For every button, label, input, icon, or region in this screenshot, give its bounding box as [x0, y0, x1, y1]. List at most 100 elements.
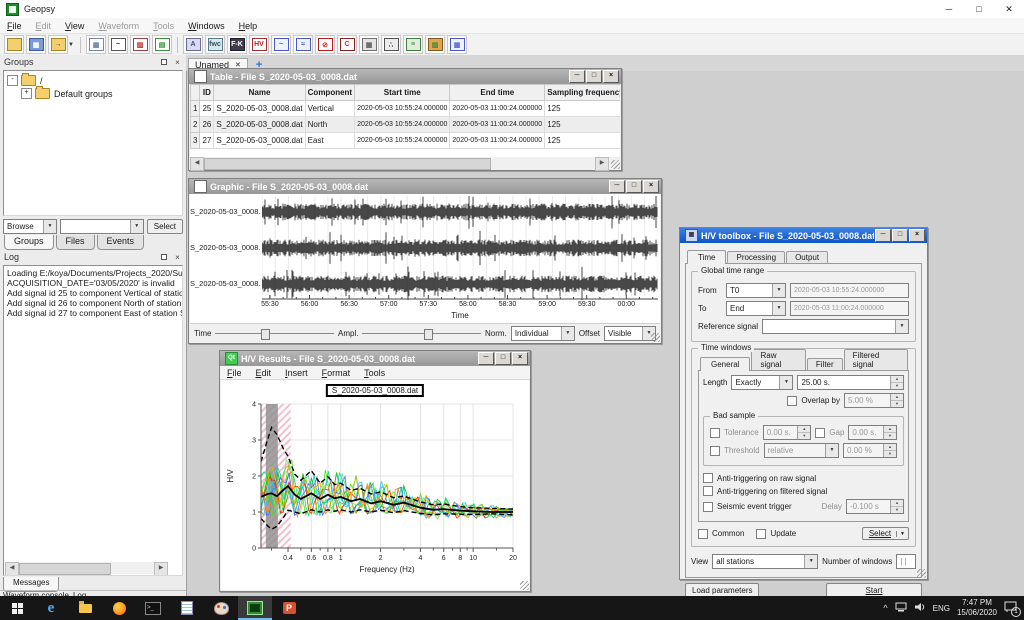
scatter-tool-icon[interactable]: ∴	[381, 35, 401, 54]
close-icon[interactable]: ×	[512, 352, 528, 365]
dropdown-caret-icon[interactable]: ▼	[68, 42, 74, 48]
browse-combo[interactable]: Browse▼	[3, 219, 57, 234]
table-row[interactable]: 327S_2020-05-03_0008.datEast2020-05-03 1…	[191, 133, 621, 149]
scroll-thumb[interactable]	[204, 158, 491, 170]
seismic-trigger-checkbox[interactable]	[703, 502, 713, 512]
tree-expander-icon[interactable]: +	[21, 88, 32, 99]
signal-wave-icon[interactable]: ~	[271, 35, 291, 54]
column-header-sampling-frequency[interactable]: Sampling frequency	[545, 85, 620, 101]
fk-grid-icon[interactable]: ▦	[447, 35, 467, 54]
maximize-icon[interactable]: □	[892, 229, 908, 242]
scroll-right-icon[interactable]: ▶	[154, 562, 168, 576]
log-output[interactable]: Loading E:/koya/Documents/Projects_2020/…	[3, 265, 183, 576]
minimize-icon[interactable]: ─	[875, 229, 891, 242]
maximize-icon[interactable]: □	[495, 352, 511, 365]
dock-tab-groups[interactable]: Groups	[4, 235, 54, 250]
hv-tool-icon[interactable]: HV	[249, 35, 269, 54]
geopsy-taskbar-icon[interactable]	[238, 596, 272, 620]
close-icon[interactable]: ✕	[994, 0, 1024, 18]
no-source-icon[interactable]: ⊘	[315, 35, 335, 54]
time-windows-tab-raw-signal[interactable]: Raw signal	[751, 349, 805, 370]
chart-view-icon[interactable]: ▤	[152, 35, 172, 54]
firefox-icon[interactable]	[102, 596, 136, 620]
spectrum-tool-icon[interactable]: A	[183, 35, 203, 54]
minimize-icon[interactable]: ─	[478, 352, 494, 365]
groups-tree[interactable]: -/+Default groups	[3, 70, 183, 216]
start-button[interactable]	[0, 596, 34, 620]
hv-results-titlebar[interactable]: Qt H/V Results - File S_2020-05-03_0008.…	[220, 351, 530, 366]
float-panel-icon[interactable]	[160, 58, 169, 67]
float-log-icon[interactable]	[160, 253, 169, 262]
time-windows-tab-filter[interactable]: Filter	[807, 358, 843, 370]
group-filter-combo[interactable]: ▼	[60, 219, 144, 234]
toolbox-tab-output[interactable]: Output	[786, 251, 828, 263]
time-zoom-slider[interactable]	[215, 333, 334, 334]
menu-item-help[interactable]: Help	[232, 21, 265, 31]
minimize-icon[interactable]: ─	[934, 0, 964, 18]
layers-tool-icon[interactable]: ≡	[403, 35, 423, 54]
resize-grip[interactable]	[611, 160, 620, 169]
from-combo[interactable]: T0▼	[726, 283, 786, 298]
tree-item-root[interactable]: -/	[7, 74, 179, 87]
norm-combo[interactable]: Individual▼	[511, 326, 575, 341]
table-row[interactable]: 226S_2020-05-03_0008.datNorth2020-05-03 …	[191, 117, 621, 133]
signal-wave2-icon[interactable]: ≈	[293, 35, 313, 54]
common-checkbox[interactable]	[698, 529, 708, 539]
hv-toolbox-titlebar[interactable]: ▦ H/V toolbox - File S_2020-05-03_0008.d…	[680, 228, 927, 243]
view-combo[interactable]: all stations▼	[712, 554, 818, 569]
minimize-icon[interactable]: ─	[569, 70, 585, 83]
time-windows-tab-filtered-signal[interactable]: Filtered signal	[844, 349, 908, 370]
close-icon[interactable]: ×	[909, 229, 925, 242]
clock[interactable]: 7:47 PM 15/06/2020	[957, 598, 997, 618]
column-header-end-time[interactable]: End time	[450, 85, 545, 101]
menu-item-insert[interactable]: Insert	[278, 368, 315, 378]
tray-chevron-icon[interactable]: ^	[883, 603, 887, 613]
scroll-left-icon[interactable]: ◀	[5, 562, 19, 576]
table-window-titlebar[interactable]: ▦ Table - File S_2020-05-03_0008.dat ─□×	[189, 69, 621, 84]
column-header-name[interactable]: Name	[214, 85, 305, 101]
map-view-icon[interactable]: ▨	[130, 35, 150, 54]
waveform-plot[interactable]: S_2020-05-03_0008.dat Z —S_2020-05-03_00…	[190, 194, 660, 323]
table-view-icon[interactable]: ▦	[86, 35, 106, 54]
length-field[interactable]: 25.00 s.▲▼	[797, 375, 904, 390]
dock-tab-events[interactable]: Events	[97, 235, 145, 250]
graphic-window-titlebar[interactable]: ~ Graphic - File S_2020-05-03_0008.dat ─…	[189, 179, 661, 194]
close-icon[interactable]: ×	[643, 180, 659, 193]
select-dropdown-icon[interactable]: ▼	[896, 531, 908, 537]
notepad-icon[interactable]	[170, 596, 204, 620]
maximize-icon[interactable]: □	[586, 70, 602, 83]
close-panel-icon[interactable]: ×	[173, 58, 182, 67]
menu-item-file[interactable]: File	[0, 21, 29, 31]
menu-item-waveform[interactable]: Waveform	[91, 21, 146, 31]
hv-chart[interactable]: 012340.40.60.8124681020Frequency (Hz)H/V	[221, 380, 527, 588]
amplitude-slider[interactable]	[362, 333, 481, 334]
fk-tool-icon[interactable]: F-K	[227, 35, 247, 54]
table-hscrollbar[interactable]: ◀ ▶	[190, 157, 609, 169]
maximize-icon[interactable]: □	[626, 180, 642, 193]
resize-grip[interactable]	[651, 333, 660, 342]
reference-signal-combo[interactable]: ▼	[762, 319, 909, 334]
maximize-icon[interactable]: □	[964, 0, 994, 18]
menu-item-format[interactable]: Format	[315, 368, 358, 378]
menu-item-tools[interactable]: Tools	[146, 21, 181, 31]
import-signal-icon[interactable]: →▼	[48, 35, 68, 54]
resize-grip[interactable]	[520, 581, 529, 590]
resize-grip[interactable]	[917, 569, 926, 578]
scroll-right-icon[interactable]: ▶	[595, 157, 609, 171]
to-combo[interactable]: End▼	[726, 301, 786, 316]
edge-icon[interactable]: e	[34, 596, 68, 620]
menu-item-view[interactable]: View	[58, 21, 91, 31]
menu-item-edit[interactable]: Edit	[29, 21, 59, 31]
close-icon[interactable]: ×	[603, 70, 619, 83]
volume-icon[interactable]	[914, 602, 926, 614]
anti-trigger-raw-checkbox[interactable]	[703, 473, 713, 483]
column-header-component[interactable]: Component	[305, 85, 354, 101]
menu-item-edit[interactable]: Edit	[249, 368, 279, 378]
spinner[interactable]: ▲▼	[890, 376, 903, 389]
terminal-icon[interactable]: >_	[136, 596, 170, 620]
network-icon[interactable]	[895, 602, 907, 614]
log-hscrollbar[interactable]: ◀ ▶	[5, 562, 168, 574]
minimize-icon[interactable]: ─	[609, 180, 625, 193]
toolbox-tab-time[interactable]: Time	[687, 250, 726, 264]
update-checkbox[interactable]	[756, 529, 766, 539]
